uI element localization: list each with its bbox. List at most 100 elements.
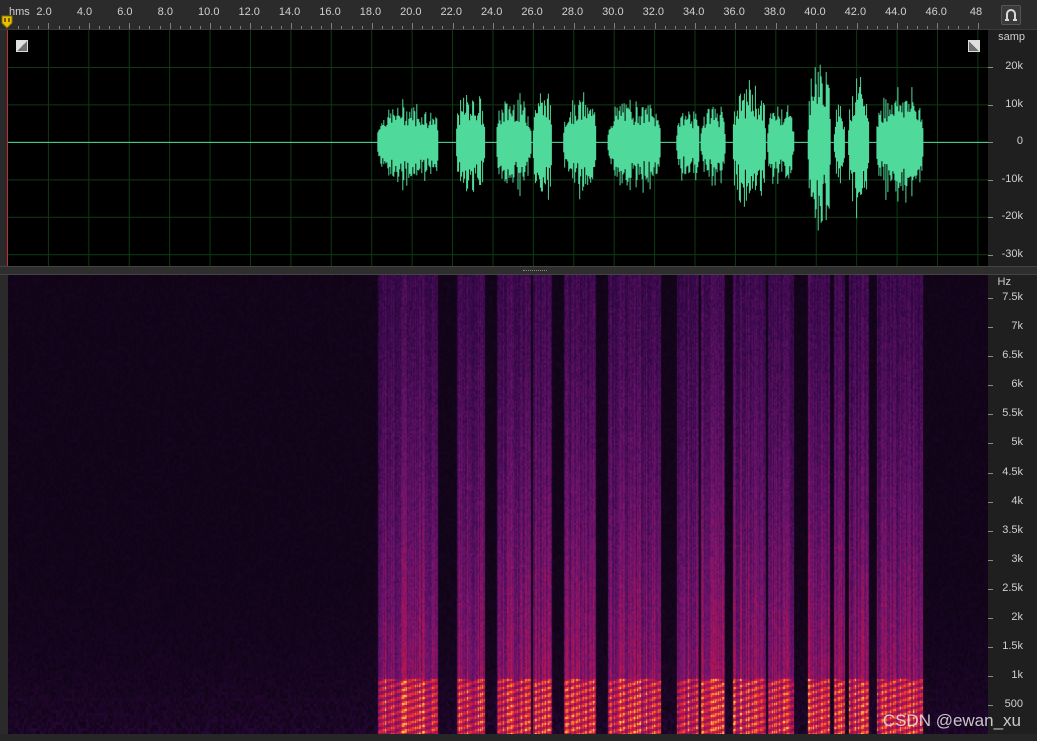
amplitude-tick-label: -30k bbox=[1001, 247, 1023, 260]
frequency-tick-label: 6k bbox=[1011, 378, 1023, 391]
time-minor-tick bbox=[391, 26, 393, 29]
amplitude-tick bbox=[988, 67, 993, 69]
lock-button[interactable] bbox=[1001, 5, 1021, 25]
playhead-marker-icon[interactable] bbox=[1, 15, 13, 29]
frequency-tick-label: 1.5k bbox=[1002, 639, 1023, 652]
time-minor-tick bbox=[927, 26, 929, 29]
time-minor-tick bbox=[765, 26, 767, 29]
time-tick-label: 46.0 bbox=[925, 6, 947, 18]
time-minor-tick bbox=[351, 26, 353, 29]
time-minor-tick bbox=[624, 26, 626, 29]
time-minor-tick bbox=[199, 26, 201, 29]
time-minor-tick bbox=[280, 26, 282, 29]
panel-splitter[interactable] bbox=[0, 266, 1037, 275]
amplitude-tick bbox=[988, 142, 993, 144]
time-tick-label: 4.0 bbox=[76, 6, 93, 18]
frequency-tick-label: 5k bbox=[1011, 436, 1023, 449]
time-minor-tick bbox=[139, 26, 141, 29]
time-tick bbox=[331, 23, 333, 29]
waveform-segment bbox=[676, 111, 700, 181]
time-tick bbox=[856, 23, 858, 29]
amplitude-tick bbox=[988, 104, 993, 106]
waveform-segment bbox=[833, 104, 845, 184]
amplitude-tick-label: 10k bbox=[1005, 97, 1023, 110]
frequency-scale[interactable]: Hz 7.5k 7k 6.5k 6k 5.5k 5k 4.5k 4k 3.5k 3k 2.5k 2k 1… bbox=[988, 275, 1037, 734]
time-minor-tick bbox=[947, 26, 949, 29]
time-minor-tick bbox=[543, 26, 545, 29]
time-tick-label: 44.0 bbox=[885, 6, 907, 18]
waveform-segment bbox=[700, 106, 726, 186]
time-tick bbox=[614, 23, 616, 29]
waveform-segment bbox=[607, 99, 661, 193]
waveform-segment bbox=[496, 93, 532, 197]
time-tick bbox=[48, 23, 50, 29]
amplitude-scale[interactable]: samp 20k 10k 0 -10k -20k -30k bbox=[988, 30, 1037, 266]
frequency-tick-label: 2.5k bbox=[1002, 581, 1023, 594]
time-minor-tick bbox=[907, 26, 909, 29]
bottom-scrollbar[interactable] bbox=[0, 734, 1037, 741]
time-minor-tick bbox=[836, 26, 838, 29]
time-tick-label: 28.0 bbox=[561, 6, 584, 18]
frequency-tick bbox=[988, 443, 993, 445]
frequency-tick-label: 3.5k bbox=[1002, 523, 1023, 536]
frequency-tick-label: 500 bbox=[1004, 697, 1023, 710]
time-minor-tick bbox=[119, 26, 121, 29]
time-tick bbox=[452, 23, 454, 29]
time-tick-label: 22.0 bbox=[440, 6, 462, 18]
time-minor-tick bbox=[846, 26, 848, 29]
time-tick-label: 26.0 bbox=[521, 6, 543, 18]
time-ruler[interactable]: hms 2.0 4.0 6.0 8.0 10.0 12.0 14.0 16.0 18.0 20.0… bbox=[0, 0, 1037, 30]
waveform-view[interactable] bbox=[8, 30, 988, 266]
time-minor-tick bbox=[967, 26, 969, 29]
time-minor-tick bbox=[240, 26, 242, 29]
time-minor-tick bbox=[634, 26, 636, 29]
time-minor-tick bbox=[957, 26, 959, 29]
frequency-unit-label: Hz bbox=[997, 276, 1011, 288]
frequency-tick bbox=[988, 675, 993, 677]
time-tick-label: 10.0 bbox=[198, 6, 220, 18]
time-minor-tick bbox=[583, 26, 585, 29]
waveform-segment bbox=[456, 95, 486, 192]
spectrogram-view[interactable] bbox=[8, 275, 988, 734]
time-minor-tick bbox=[432, 26, 434, 29]
time-minor-tick bbox=[866, 26, 868, 29]
time-tick bbox=[977, 23, 979, 29]
time-minor-tick bbox=[361, 26, 363, 29]
time-tick-label: 12.0 bbox=[238, 6, 260, 18]
corner-expand-icon[interactable] bbox=[16, 40, 28, 52]
time-tick-label: 30.0 bbox=[602, 6, 624, 18]
time-tick-label: 14.0 bbox=[278, 6, 301, 18]
time-minor-tick bbox=[179, 26, 181, 29]
time-minor-tick bbox=[462, 26, 464, 29]
time-tick bbox=[129, 23, 131, 29]
time-tick bbox=[735, 23, 737, 29]
time-minor-tick bbox=[593, 26, 595, 29]
frequency-tick bbox=[988, 327, 993, 329]
time-minor-tick bbox=[68, 26, 70, 29]
time-minor-tick bbox=[220, 26, 222, 29]
time-minor-tick bbox=[523, 26, 525, 29]
frequency-tick bbox=[988, 588, 993, 590]
frequency-tick-label: 4.5k bbox=[1002, 465, 1023, 478]
time-minor-tick bbox=[341, 26, 343, 29]
time-tick-label: 42.0 bbox=[844, 6, 867, 18]
time-tick-label: 8.0 bbox=[157, 6, 173, 18]
amplitude-tick bbox=[988, 179, 993, 181]
amplitude-tick bbox=[988, 254, 993, 256]
time-minor-tick bbox=[745, 26, 747, 29]
time-tick-label: 6.0 bbox=[117, 6, 133, 18]
time-minor-tick bbox=[644, 26, 646, 29]
frequency-tick bbox=[988, 385, 993, 387]
time-tick-label: 48 bbox=[969, 6, 983, 18]
time-tick bbox=[937, 23, 939, 29]
time-minor-tick bbox=[886, 26, 888, 29]
frequency-tick-label: 5.5k bbox=[1002, 407, 1023, 420]
time-minor-tick bbox=[513, 26, 515, 29]
time-minor-tick bbox=[503, 26, 505, 29]
waveform-segment bbox=[563, 92, 597, 200]
time-minor-tick bbox=[674, 26, 676, 29]
time-minor-tick bbox=[785, 26, 787, 29]
corner-expand-icon[interactable] bbox=[968, 40, 980, 52]
time-minor-tick bbox=[422, 26, 424, 29]
time-minor-tick bbox=[311, 26, 313, 29]
